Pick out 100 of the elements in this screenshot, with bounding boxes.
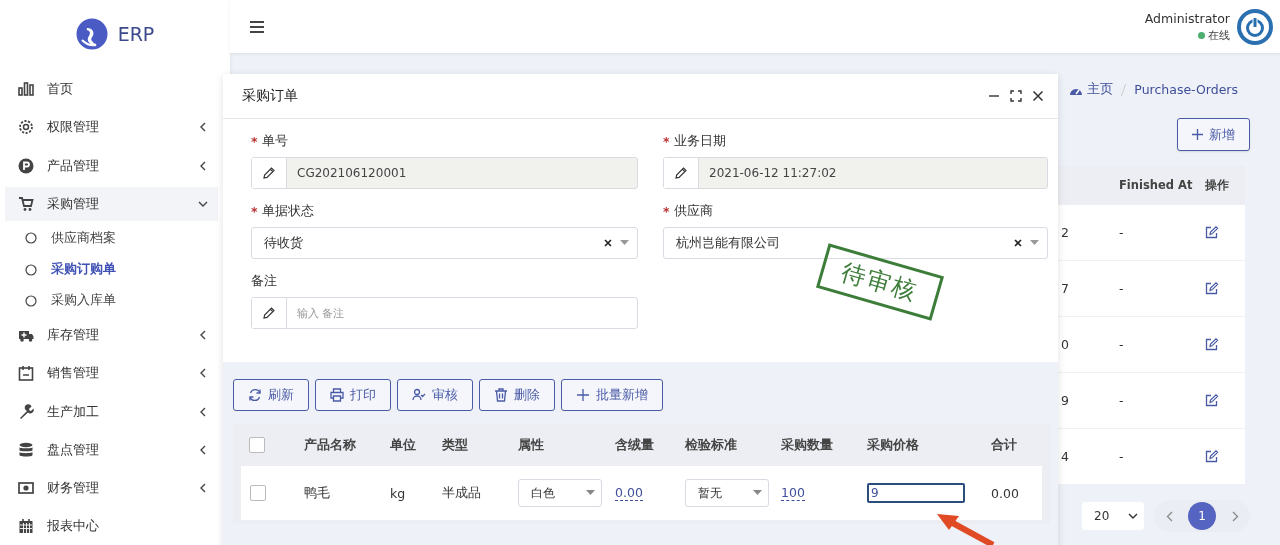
nav-item[interactable]: 生产加工 [5,394,218,429]
input-field[interactable]: 输入 备注 [251,297,638,329]
clear-icon [604,239,612,247]
page-button[interactable]: 1 [1188,502,1216,530]
chevron-left-icon [198,122,208,133]
select-field[interactable]: 待收货 [251,227,638,259]
column-header: 单位 [390,436,417,454]
dialog-title: 采购订单 [242,87,298,105]
power-icon [1236,7,1274,46]
column-header: 合计 [991,436,1018,454]
maximize-icon [1010,90,1022,102]
table-cell: 鸭毛 [304,484,330,502]
page-size-select[interactable]: 20 [1082,502,1144,530]
nav-subitem[interactable]: 供应商档案 [25,222,135,254]
user-check-icon [412,388,426,402]
annotation-arrow [935,511,995,545]
checkbox[interactable] [249,437,265,453]
table-cell-text: 2 [1060,225,1070,240]
edit-icon [1205,226,1218,239]
menu-button[interactable] [248,18,266,35]
cart-icon [18,195,34,212]
toolbar-button[interactable]: 刷新 [233,379,309,411]
nav-item[interactable]: 产品管理 [5,148,218,183]
refresh-icon [248,388,262,402]
edit-button[interactable] [1205,394,1218,407]
editable-value[interactable]: 100 [781,485,805,501]
column-header: 类型 [442,436,469,454]
add-button[interactable]: 新增 [1177,118,1250,151]
required-mark: * [251,203,258,219]
table-cell-text: - [1118,225,1125,240]
nav-subitem[interactable]: 采购入库单 [25,285,135,317]
required-mark: * [663,133,670,149]
readonly-field[interactable]: CG202106120001 [287,158,637,188]
required-mark: * [251,133,258,149]
edit-button[interactable] [1205,450,1218,463]
toolbar-button[interactable]: 打印 [315,379,391,411]
calendar-icon [18,518,34,534]
pencil-icon [262,306,276,320]
input-field[interactable]: 输入 备注 [287,298,637,328]
circle-icon [25,263,37,276]
bar-chart-icon [18,81,34,98]
nav-item[interactable]: 首页 [5,72,218,107]
editable-value[interactable]: 0.00 [615,485,643,501]
circle-icon [25,294,37,307]
input-field[interactable]: 9 [867,483,965,503]
maximize-button[interactable] [1010,90,1022,102]
column-header: 产品名称 [304,436,357,454]
select-field[interactable]: 暂无 [685,479,769,507]
required-mark: * [663,203,670,219]
close-button[interactable] [1032,90,1044,102]
pencil-icon [262,166,276,180]
edit-button[interactable] [1205,226,1218,239]
breadcrumb-link[interactable]: Purchase-Orders [1134,82,1238,97]
edit-icon [1205,282,1218,295]
p-circle-icon [18,157,34,174]
nav-item[interactable]: 库存管理 [5,318,218,353]
dropdown-icon [620,240,629,246]
nav-item[interactable]: 采购管理 [5,186,218,221]
nav-item[interactable]: 报表中心 [5,508,218,544]
column-header: 检验标准 [685,436,738,454]
user-name: Administrator [1144,10,1230,26]
toolbar-button[interactable]: 审核 [397,379,473,411]
field-label: 供应商 [673,202,713,220]
printer-icon [330,388,344,402]
settings-icon [18,119,34,136]
column-header: 属性 [518,436,545,454]
close-icon [1032,90,1044,102]
field-label: 业务日期 [673,132,726,150]
select-field[interactable]: 白色 [518,479,602,507]
field-label: 单号 [261,132,288,150]
status-text: 在线 [1208,27,1230,43]
circle-icon [25,232,37,245]
logo-text: ERP [117,23,155,46]
edit-button[interactable] [1205,282,1218,295]
table-cell: 0.00 [991,485,1019,501]
readonly-field[interactable]: CG202106120001 [251,157,638,189]
nav-subitem[interactable]: 采购订购单 [25,253,135,286]
checkbox[interactable] [250,485,266,501]
readonly-field[interactable]: 2021-06-12 11:27:02 [663,157,1048,189]
breadcrumb-link[interactable]: 主页 [1069,81,1114,98]
chevron-down-icon [1128,512,1138,520]
readonly-field[interactable]: 2021-06-12 11:27:02 [699,158,1047,188]
clear-icon [1014,239,1022,247]
chevron-left-icon [198,160,208,171]
nav-item[interactable]: 销售管理 [5,356,218,391]
nav-item[interactable]: 权限管理 [5,110,218,145]
nav-item[interactable]: 盘点管理 [5,432,218,467]
toolbar-button[interactable]: 批量新增 [561,379,663,411]
menu-icon [250,20,264,33]
table-cell-text: 0 [1060,337,1070,352]
toolbar-button[interactable]: 删除 [479,379,555,411]
edit-button[interactable] [1205,338,1218,351]
database-icon [18,441,34,458]
plus-icon [576,388,590,402]
chevron-right-icon [1231,510,1239,522]
select-field[interactable]: 杭州岂能有限公司 [663,227,1048,259]
chevron-left-icon [198,482,208,493]
status-stamp: 待审核 [816,243,944,321]
table-cell-text: - [1118,449,1125,464]
nav-item[interactable]: 财务管理 [5,470,218,505]
